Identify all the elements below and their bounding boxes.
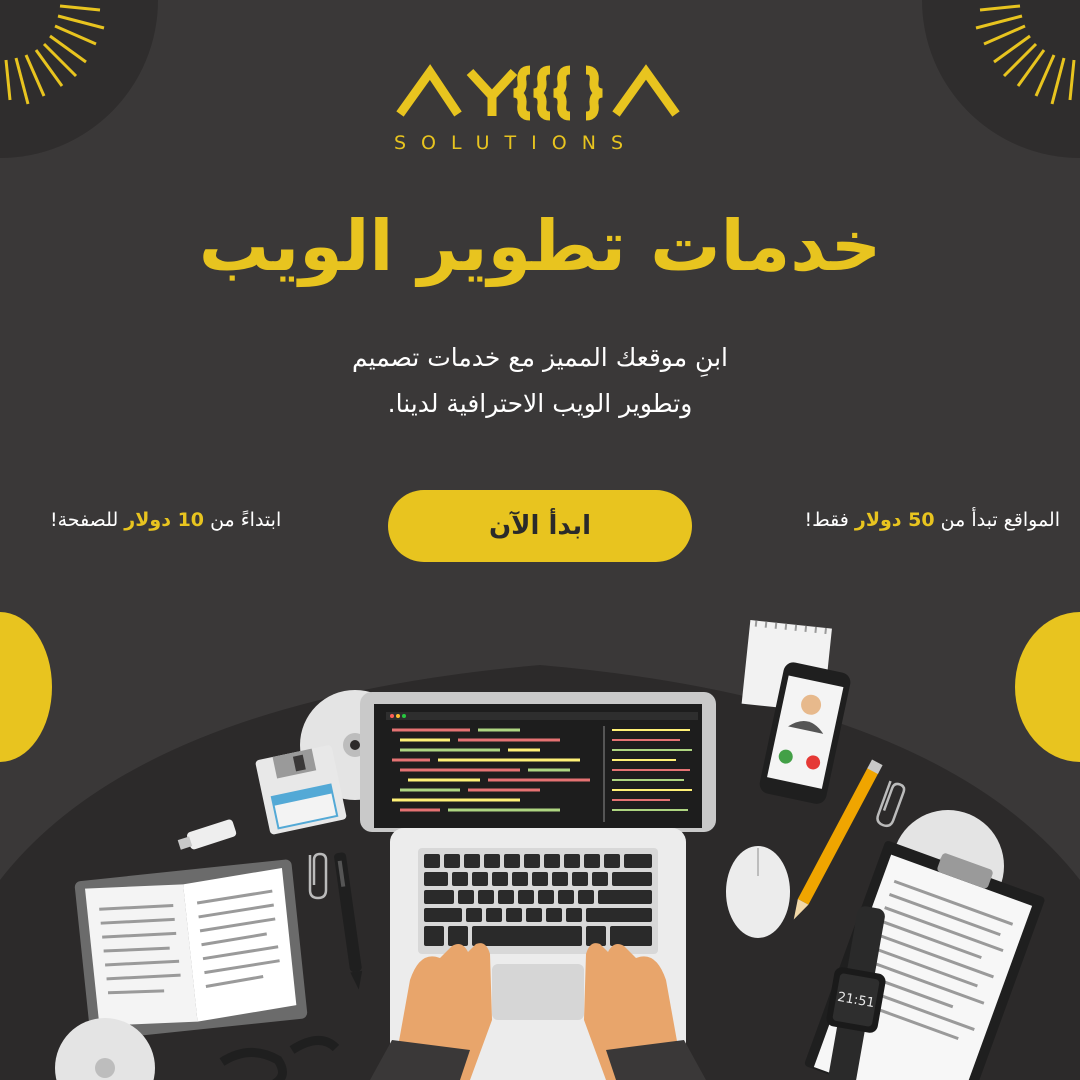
book-icon [74,859,308,1041]
subtitle-line-1: ابنِ موقعك المميز مع خدمات تصميم [352,343,728,372]
pricing-pages: ابتداءً من 10 دولار للصفحة! [50,509,281,531]
pricing-sites-amount: 50 دولار [854,509,935,531]
sunburst-decoration-left [0,0,158,158]
logo-mark-icon [396,64,680,121]
desk-illustration: 21:51 [0,620,1080,1080]
brand-subtitle: SOLUTIONS [394,132,638,154]
sunburst-decoration-right [922,0,1080,158]
pricing-sites: المواقع تبدأ من 50 دولار فقط! [804,509,1060,531]
pricing-pages-prefix: ابتداءً من [210,509,282,531]
floppy-disk-icon [255,745,347,835]
mouse-icon [726,846,790,938]
subtitle: ابنِ موقعك المميز مع خدمات تصميم وتطوير … [240,335,840,427]
ad-canvas: SOLUTIONS خدمات تطوير الويب ابنِ موقعك ا… [0,0,1080,1080]
start-now-button[interactable]: ابدأ الآن [388,490,692,562]
pricing-pages-suffix: للصفحة! [50,509,119,531]
pricing-pages-amount: 10 دولار [124,509,205,531]
subtitle-line-2: وتطوير الويب الاحترافية لدينا. [387,389,693,418]
pricing-sites-suffix: فقط! [804,509,849,531]
headline: خدمات تطوير الويب [198,205,882,287]
pricing-sites-prefix: المواقع تبدأ من [940,509,1060,531]
